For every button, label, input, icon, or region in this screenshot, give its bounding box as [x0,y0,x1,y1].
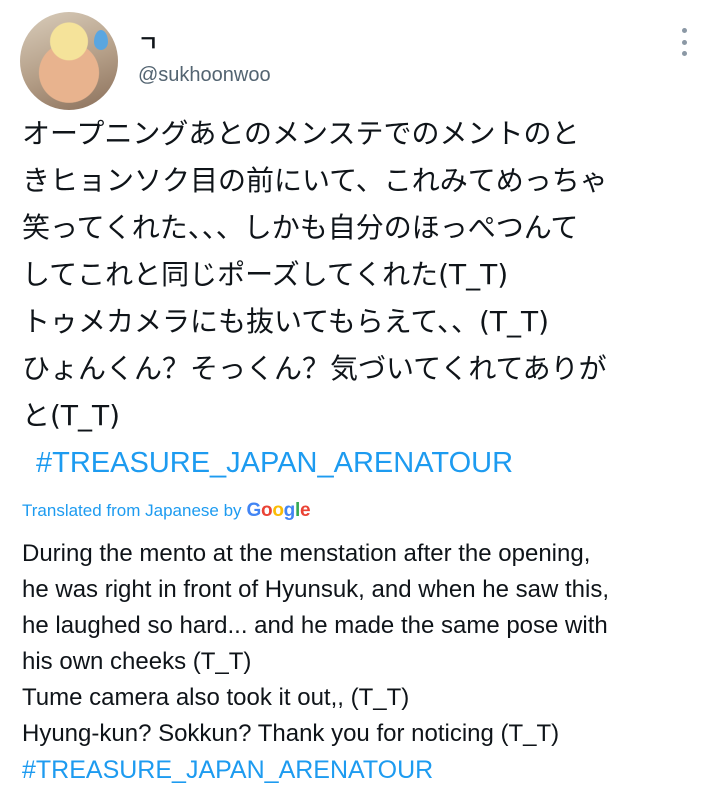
dot [681,51,687,56]
sweat-droplet-icon [94,30,108,50]
user-handle[interactable]: @sukhoonwoo [138,64,271,87]
hashtag-link[interactable]: #TREASURE_JAPAN_ARENATOUR [22,756,433,784]
tweet-line: と(T_T) [22,399,121,432]
translation-line: Tume camera also took it out,, (T_T) [22,684,410,711]
tweet-line: きヒョンソク目の前にいて、これみてめっちゃ [22,164,608,197]
dot [681,39,687,45]
display-name[interactable]: ㄱ [138,26,158,58]
tweet-line: してこれと同じポーズしてくれた(T_T) [22,258,509,291]
translation-attribution: Translated from Japanese by Google [22,500,311,522]
translated-text: During the mento at the menstation after… [22,536,712,788]
google-logo: Google [246,500,311,521]
translation-line: During the mento at the menstation after… [22,540,591,567]
tweet-text: オープニングあとのメンステでのメントのと きヒョンソク目の前にいて、これみてめっ… [22,110,712,486]
tweet-line: 笑ってくれた、、、しかも自分のほっぺつんて [22,211,579,244]
more-vertical-icon[interactable] [674,28,694,56]
dot [681,28,687,33]
avatar[interactable] [20,12,118,110]
tweet-line: オープニングあとのメンステでのメントのと [22,117,580,150]
translation-line: he laughed so hard... and he made the sa… [22,612,608,639]
tweet-line: ひょんくん？そっくん？気づいてくれてありが [22,352,607,385]
hashtag-link[interactable]: #TREASURE_JAPAN_ARENATOUR [22,447,513,479]
translation-line: Hyung-kun? Sokkun? Thank you for noticin… [22,720,560,747]
translation-line: his own cheeks (T_T) [22,648,252,675]
translation-line: he was right in front of Hyunsuk, and wh… [22,576,609,603]
tweet-line: トゥメカメラにも抜いてもらえて、、(T_T) [22,305,550,338]
translation-label: Translated from Japanese by [22,501,242,520]
